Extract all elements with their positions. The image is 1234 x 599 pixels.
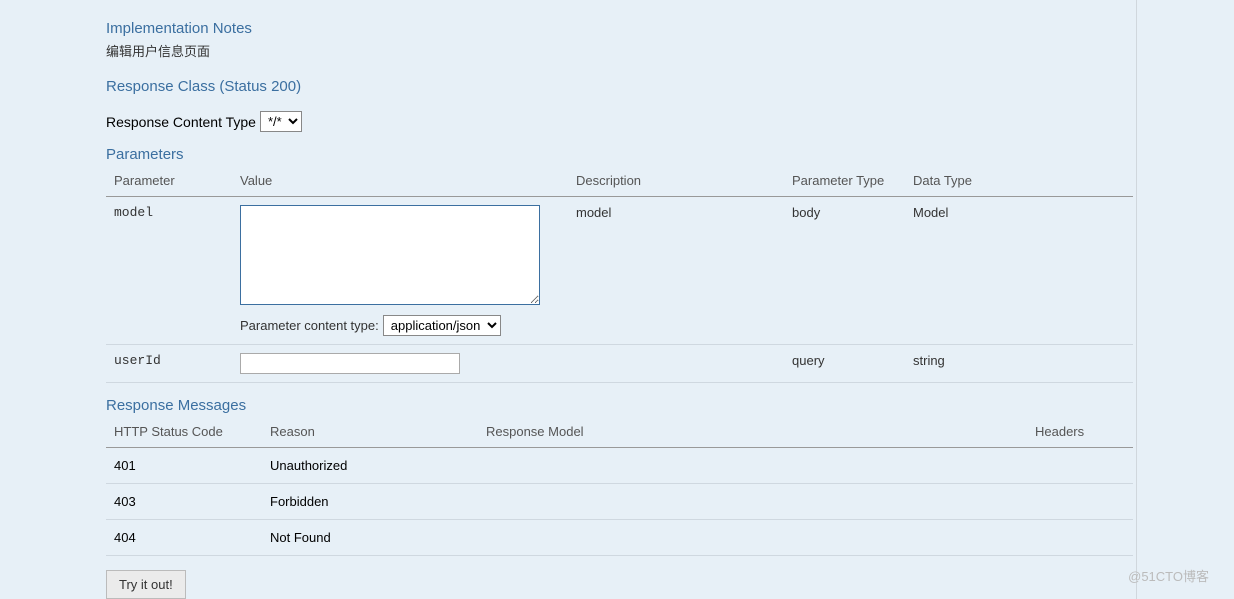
col-parameter: Parameter bbox=[106, 167, 232, 197]
resp-model bbox=[478, 448, 1027, 484]
param-description: model bbox=[568, 197, 784, 345]
parameters-table: Parameter Value Description Parameter Ty… bbox=[106, 167, 1133, 383]
param-content-type-select[interactable]: application/json bbox=[383, 315, 501, 336]
param-type: query bbox=[784, 345, 905, 383]
col-parameter-type: Parameter Type bbox=[784, 167, 905, 197]
param-description bbox=[568, 345, 784, 383]
param-name: model bbox=[106, 197, 232, 345]
resp-headers bbox=[1027, 520, 1133, 556]
resp-model bbox=[478, 484, 1027, 520]
response-row-401: 401 Unauthorized bbox=[106, 448, 1133, 484]
param-name: userId bbox=[106, 345, 232, 383]
response-row-404: 404 Not Found bbox=[106, 520, 1133, 556]
resp-reason: Forbidden bbox=[262, 484, 478, 520]
param-content-type-row: Parameter content type: application/json bbox=[240, 315, 560, 336]
col-description: Description bbox=[568, 167, 784, 197]
param-type: body bbox=[784, 197, 905, 345]
response-messages-heading: Response Messages bbox=[106, 397, 1133, 414]
parameter-row-userid: userId query string bbox=[106, 345, 1133, 383]
col-reason: Reason bbox=[262, 418, 478, 448]
panel-divider bbox=[1136, 0, 1137, 599]
resp-model bbox=[478, 520, 1027, 556]
parameters-header-row: Parameter Value Description Parameter Ty… bbox=[106, 167, 1133, 197]
resp-reason: Unauthorized bbox=[262, 448, 478, 484]
resp-code: 404 bbox=[106, 520, 262, 556]
api-doc-panel: Implementation Notes 编辑用户信息页面 Response C… bbox=[0, 0, 1234, 599]
param-content-type-label: Parameter content type: bbox=[240, 318, 379, 333]
response-row-403: 403 Forbidden bbox=[106, 484, 1133, 520]
col-value: Value bbox=[232, 167, 568, 197]
col-status-code: HTTP Status Code bbox=[106, 418, 262, 448]
resp-reason: Not Found bbox=[262, 520, 478, 556]
resp-code: 403 bbox=[106, 484, 262, 520]
param-value-input[interactable] bbox=[240, 353, 460, 374]
try-it-out-button[interactable]: Try it out! bbox=[106, 570, 186, 599]
response-content-type-row: Response Content Type */* bbox=[106, 111, 1133, 132]
param-data-type: Model bbox=[905, 197, 1133, 345]
response-content-type-select[interactable]: */* bbox=[260, 111, 302, 132]
resp-headers bbox=[1027, 484, 1133, 520]
resp-code: 401 bbox=[106, 448, 262, 484]
param-data-type: string bbox=[905, 345, 1133, 383]
implementation-notes-text: 编辑用户信息页面 bbox=[106, 41, 1133, 60]
resp-headers bbox=[1027, 448, 1133, 484]
response-class-heading: Response Class (Status 200) bbox=[106, 78, 1133, 95]
col-data-type: Data Type bbox=[905, 167, 1133, 197]
watermark-text: @51CTO博客 bbox=[1128, 566, 1209, 585]
parameters-heading: Parameters bbox=[106, 146, 1133, 163]
parameter-row-model: model Parameter content type: applicatio… bbox=[106, 197, 1133, 345]
response-content-type-label: Response Content Type bbox=[106, 114, 256, 130]
col-response-model: Response Model bbox=[478, 418, 1027, 448]
response-messages-table: HTTP Status Code Reason Response Model H… bbox=[106, 418, 1133, 556]
response-messages-header-row: HTTP Status Code Reason Response Model H… bbox=[106, 418, 1133, 448]
param-value-textarea[interactable] bbox=[240, 205, 540, 305]
col-headers: Headers bbox=[1027, 418, 1133, 448]
implementation-notes-heading: Implementation Notes bbox=[106, 20, 1133, 37]
